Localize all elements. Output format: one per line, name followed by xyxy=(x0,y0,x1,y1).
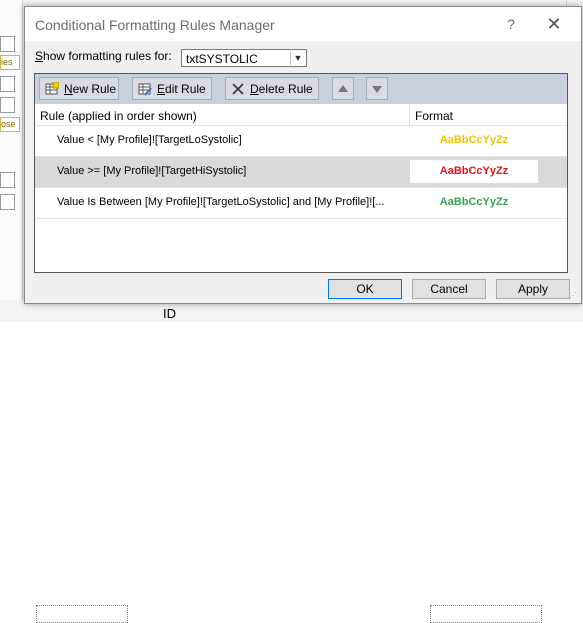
rules-panel: New Rule Edit Rule Delete Rule Rule (app… xyxy=(34,73,568,273)
format-preview: AaBbCcYyZz xyxy=(439,196,509,208)
rule-row-selected[interactable]: Value >= [My Profile]![TargetHiSystolic]… xyxy=(35,157,567,188)
new-rule-icon xyxy=(45,82,59,95)
show-rules-for-select[interactable]: txtSYSTOLIC ▼ xyxy=(181,49,307,67)
dialog-titlebar: Conditional Formatting Rules Manager ? ✕ xyxy=(25,7,581,41)
conditional-formatting-dialog: Conditional Formatting Rules Manager ? ✕… xyxy=(24,6,582,304)
rule-column-header[interactable]: Rule (applied in order shown) xyxy=(40,109,197,123)
new-rule-button[interactable]: New Rule xyxy=(39,77,119,100)
format-column-header[interactable]: Format xyxy=(415,109,453,123)
edit-rule-icon xyxy=(138,83,152,96)
move-down-button[interactable] xyxy=(366,77,388,100)
ok-button[interactable]: OK xyxy=(328,279,402,299)
resize-grip[interactable]: ⋰ xyxy=(569,291,579,301)
delete-icon xyxy=(232,83,244,95)
background-id-label: ID xyxy=(163,306,176,321)
edit-rule-button[interactable]: Edit Rule xyxy=(132,77,212,100)
background-control xyxy=(0,194,15,210)
new-rule-label: New Rule xyxy=(64,82,116,96)
delete-rule-label: Delete Rule xyxy=(250,82,313,96)
background-tag-top: ies xyxy=(0,55,20,70)
show-rules-label-rest: how formatting rules for: xyxy=(43,49,172,63)
help-button[interactable]: ? xyxy=(503,16,519,32)
edit-rule-label: Edit Rule xyxy=(157,82,206,96)
background-control xyxy=(0,76,15,92)
cancel-button[interactable]: Cancel xyxy=(412,279,486,299)
rule-row[interactable]: Value Is Between [My Profile]![TargetLoS… xyxy=(35,188,567,219)
rule-description: Value >= [My Profile]![TargetHiSystolic] xyxy=(57,165,247,177)
show-rules-label: Show formatting rules for: xyxy=(35,49,172,63)
arrow-up-icon xyxy=(338,85,348,92)
background-control xyxy=(0,36,15,52)
background-control xyxy=(430,605,542,623)
new-rule-mnemonic: N xyxy=(64,82,73,96)
rules-column-header: Rule (applied in order shown) Format xyxy=(35,105,567,126)
apply-button[interactable]: Apply xyxy=(496,279,570,299)
rule-row[interactable]: Value < [My Profile]![TargetLoSystolic] … xyxy=(35,126,567,157)
chevron-down-icon[interactable]: ▼ xyxy=(290,51,305,65)
dialog-title: Conditional Formatting Rules Manager xyxy=(35,17,275,33)
background-control xyxy=(0,172,15,188)
new-rule-label-rest: ew Rule xyxy=(72,82,117,96)
show-rules-mnemonic: S xyxy=(35,49,44,63)
arrow-down-icon xyxy=(372,86,382,93)
move-up-button[interactable] xyxy=(332,77,354,100)
background-control xyxy=(36,605,128,623)
delete-rule-mnemonic: D xyxy=(250,82,259,96)
delete-rule-button[interactable]: Delete Rule xyxy=(225,77,319,100)
show-rules-selected-value: txtSYSTOLIC xyxy=(186,52,258,66)
column-divider[interactable] xyxy=(409,105,410,125)
background-tag-mid: ose xyxy=(0,117,20,132)
rule-description: Value < [My Profile]![TargetLoSystolic] xyxy=(57,134,242,146)
format-preview: AaBbCcYyZz xyxy=(439,134,509,146)
edit-rule-mnemonic: E xyxy=(157,82,166,96)
rules-toolbar: New Rule Edit Rule Delete Rule xyxy=(35,74,567,104)
edit-rule-label-rest: dit Rule xyxy=(165,82,206,96)
close-button[interactable]: ✕ xyxy=(545,15,563,33)
format-preview: AaBbCcYyZz xyxy=(410,160,538,183)
background-control xyxy=(0,97,15,113)
rule-description: Value Is Between [My Profile]![TargetLoS… xyxy=(57,196,385,208)
delete-rule-label-rest: elete Rule xyxy=(258,82,313,96)
